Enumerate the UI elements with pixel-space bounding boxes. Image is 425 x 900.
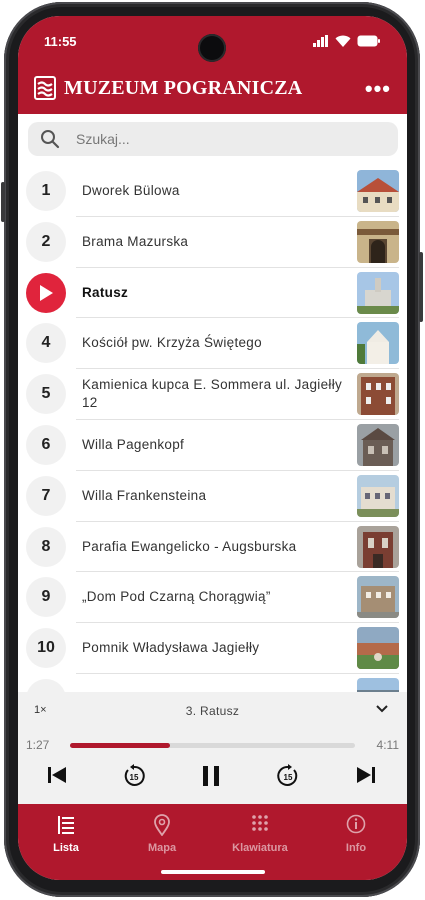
tab-label: Lista: [53, 842, 79, 854]
progress-fill: [70, 743, 170, 748]
keypad-icon: [252, 815, 268, 831]
search-icon: [41, 130, 60, 149]
status-time: 11:55: [44, 34, 77, 49]
tab-klawiatura[interactable]: Klawiatura: [220, 814, 300, 854]
list-item[interactable]: 8 Parafia Ewangelicko - Augsburska: [18, 522, 407, 573]
status-bar: 11:55: [18, 16, 407, 66]
item-thumbnail: [357, 576, 399, 619]
pause-icon[interactable]: [200, 764, 222, 788]
signal-icon: [313, 35, 328, 47]
list-icon: [58, 816, 74, 834]
item-title: Pomnik Władysława Jagiełły: [82, 640, 260, 656]
list-item[interactable]: 10 Pomnik Władysława Jagiełły: [18, 623, 407, 674]
item-thumbnail: [357, 627, 399, 670]
list-item[interactable]: 1 Dworek Bülowa: [18, 166, 407, 217]
total-time: 4:11: [376, 738, 399, 752]
item-thumbnail: [357, 322, 399, 365]
forward-15-icon[interactable]: 15: [276, 764, 300, 788]
map-pin-icon: [154, 814, 170, 836]
item-number: 5: [26, 374, 66, 415]
tab-mapa[interactable]: Mapa: [122, 814, 202, 854]
power-button: [419, 252, 423, 322]
app-bar: MUZEUM POGRANICZA •••: [18, 66, 407, 114]
bottom-nav: Lista Mapa Klawiatura Info: [18, 804, 407, 880]
status-icons: [313, 35, 381, 47]
item-number: 2: [26, 221, 66, 262]
volume-button: [1, 182, 5, 222]
item-title: „Dom Pod Czarną Chorągwią”: [82, 589, 271, 605]
more-menu-button[interactable]: •••: [365, 76, 391, 102]
item-thumbnail: [357, 373, 399, 416]
list-item[interactable]: 9 „Dom Pod Czarną Chorągwią”: [18, 572, 407, 624]
search-input[interactable]: [74, 130, 378, 148]
item-number: 6: [26, 424, 66, 465]
item-title: Willa Frankensteina: [82, 487, 207, 503]
now-playing-title: 3. Ratusz: [185, 704, 240, 718]
tab-label: Mapa: [147, 842, 177, 854]
item-number: 9: [26, 577, 66, 618]
info-icon: [346, 814, 366, 834]
chevron-down-icon[interactable]: [375, 702, 389, 716]
tour-list: 1 Dworek Bülowa 2 Brama Mazurska Ratusz: [18, 166, 407, 706]
player-controls: 15 15: [18, 764, 407, 798]
elapsed-time: 1:27: [26, 738, 50, 752]
rewind-15-icon[interactable]: 15: [122, 764, 146, 788]
item-title: Dworek Bülowa: [82, 183, 180, 198]
item-title: Kościół pw. Krzyża Świętego: [82, 335, 262, 351]
search-bar[interactable]: [28, 122, 398, 156]
tab-label: Klawiatura: [232, 842, 288, 854]
list-item[interactable]: 4 Kościół pw. Krzyża Świętego: [18, 318, 407, 370]
item-title: Ratusz: [82, 284, 129, 300]
item-thumbnail: [357, 271, 399, 314]
forward-seconds: 15: [284, 773, 293, 782]
app-title: MUZEUM POGRANICZA: [64, 77, 303, 99]
battery-icon: [357, 35, 380, 47]
front-camera: [198, 34, 226, 62]
tab-label: Info: [345, 842, 367, 854]
museum-logo-icon: [34, 76, 56, 100]
item-title: Brama Mazurska: [82, 233, 189, 249]
item-number: 4: [26, 323, 66, 364]
item-number: 10: [26, 628, 66, 669]
item-thumbnail: [357, 170, 399, 212]
item-thumbnail: [357, 423, 399, 466]
item-number: 8: [26, 526, 66, 567]
list-item[interactable]: 7 Willa Frankensteina: [18, 471, 407, 522]
item-thumbnail: [357, 525, 399, 568]
item-title: Kamienica kupca E. Sommera ul. Jagiełły …: [82, 377, 343, 411]
list-item[interactable]: Ratusz: [18, 268, 407, 319]
wifi-icon: [335, 35, 351, 47]
item-number: 1: [26, 171, 66, 211]
item-number: 7: [26, 475, 66, 516]
play-icon[interactable]: [26, 272, 66, 313]
item-title: Willa Pagenkopf: [82, 436, 185, 452]
screen: 11:55 MUZEUM POGRANICZA ••• Szukaj... 1 …: [18, 16, 407, 880]
progress-track[interactable]: [70, 743, 355, 748]
home-indicator: [161, 870, 265, 874]
list-item[interactable]: 6 Willa Pagenkopf: [18, 420, 407, 471]
item-title: Parafia Ewangelicko - Augsburska: [82, 538, 297, 554]
list-item[interactable]: 2 Brama Mazurska: [18, 217, 407, 268]
rewind-seconds: 15: [130, 773, 139, 782]
tab-info[interactable]: Info: [316, 814, 396, 854]
tab-lista[interactable]: Lista: [26, 814, 106, 854]
audio-player: 1× 3. Ratusz 1:27 4:11 15 15: [18, 692, 407, 804]
list-item[interactable]: 5 Kamienica kupca E. Sommera ul. Jagiełł…: [18, 369, 407, 420]
item-thumbnail: [357, 220, 399, 263]
skip-next-icon[interactable]: [355, 764, 377, 786]
item-thumbnail: [357, 474, 399, 517]
skip-previous-icon[interactable]: [46, 764, 68, 786]
